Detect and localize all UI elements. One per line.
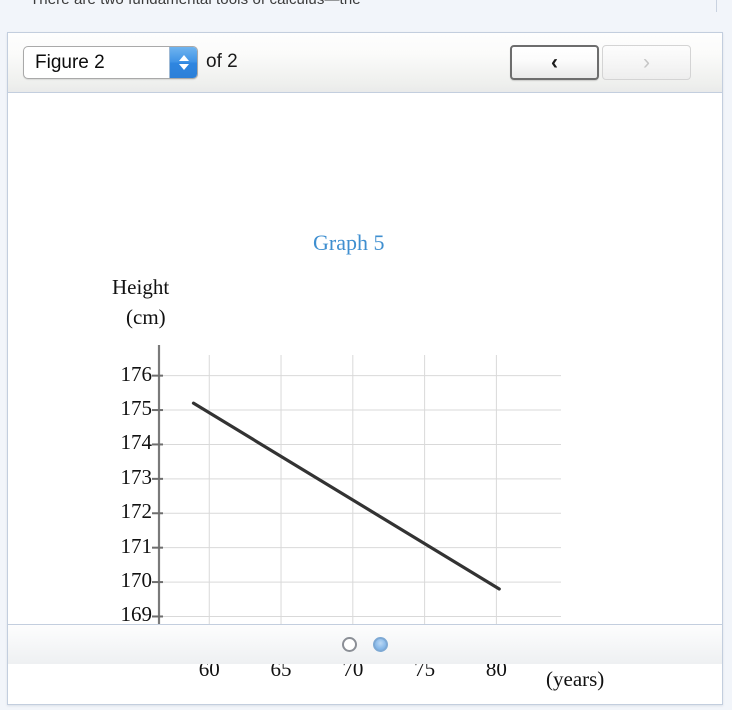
y-tick-label-text: 173 bbox=[120, 464, 153, 489]
figure-count-label: of 2 bbox=[206, 51, 238, 72]
page-edge-rule bbox=[716, 0, 717, 12]
figure-viewer-panel: Figure 2 of 2 ‹ › Graph 5 Height (cm) Ag… bbox=[7, 32, 723, 705]
figure-pagination bbox=[8, 624, 722, 664]
y-tick-label-text: 175 bbox=[120, 396, 153, 421]
y-tick-label-text: 174 bbox=[120, 430, 153, 455]
x-axis-label-line2: (years) bbox=[546, 667, 605, 691]
figure-toolbar: Figure 2 of 2 ‹ › bbox=[8, 33, 722, 93]
chevron-left-icon: ‹ bbox=[551, 51, 558, 74]
next-figure-button: › bbox=[602, 45, 691, 80]
y-tick-label-text: 171 bbox=[120, 533, 153, 558]
data-line bbox=[191, 401, 501, 591]
stepper-icon[interactable] bbox=[169, 47, 197, 78]
figure-select[interactable]: Figure 2 bbox=[23, 46, 198, 79]
clipped-page-text: There are two fundamental tools of calcu… bbox=[0, 0, 732, 13]
figure-body: Graph 5 Height (cm) Age (years) 16917017… bbox=[8, 93, 722, 691]
chevron-right-icon: › bbox=[643, 51, 650, 74]
figure-select-value: Figure 2 bbox=[35, 52, 105, 73]
pagination-dot-2[interactable] bbox=[373, 637, 388, 652]
chevron-up-icon bbox=[178, 55, 189, 61]
pagination-dot-1[interactable] bbox=[342, 637, 357, 652]
chart-stage: Graph 5 Height (cm) Age (years) 16917017… bbox=[8, 93, 722, 691]
chevron-down-icon bbox=[178, 64, 189, 70]
previous-figure-button[interactable]: ‹ bbox=[510, 45, 599, 80]
y-tick-label-text: 170 bbox=[120, 568, 153, 593]
y-tick-label-text: 176 bbox=[120, 361, 153, 386]
y-tick-label-text: 172 bbox=[120, 499, 153, 524]
